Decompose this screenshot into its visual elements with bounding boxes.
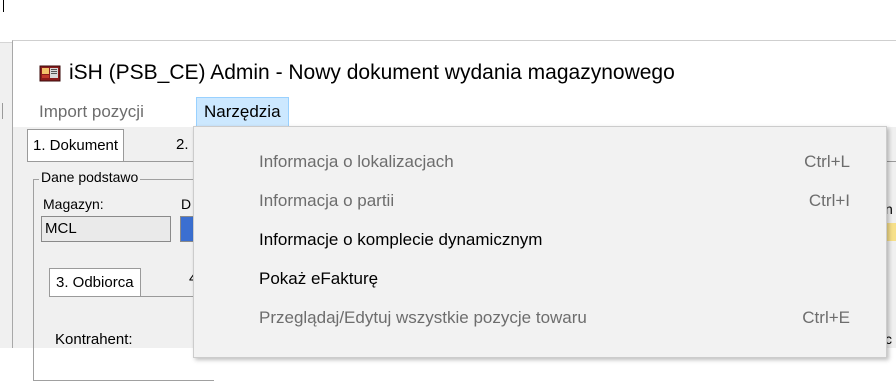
app-icon (39, 65, 61, 82)
menu-item-label: Przeglądaj/Edytuj wszystkie pozycje towa… (259, 308, 587, 327)
magazyn-label: Magazyn: (43, 196, 104, 212)
menu-item-informacja-o-lokalizacjach[interactable]: Informacja o lokalizacjach Ctrl+L (194, 145, 886, 179)
tab-dokument[interactable]: 1. Dokument (27, 129, 125, 162)
menu-item-shortcut: Ctrl+E (802, 308, 850, 327)
kontrahent-label: Kontrahent: (55, 331, 133, 348)
menu-bar: Import pozycji Narzędzia (13, 97, 896, 127)
background-window-tick (2, 103, 3, 119)
window-title: iSH (PSB_CE) Admin - Nowy dokument wydan… (69, 61, 675, 84)
narzedzia-dropdown-menu: Informacja o lokalizacjach Ctrl+L Inform… (193, 126, 887, 358)
menu-import-pozycji[interactable]: Import pozycji (32, 97, 151, 127)
title-bar[interactable]: iSH (PSB_CE) Admin - Nowy dokument wydan… (13, 41, 896, 97)
magazyn-field[interactable]: MCL (41, 216, 171, 242)
tab-odbiorca[interactable]: 3. Odbiorca (49, 268, 141, 297)
menu-item-shortcut: Ctrl+I (808, 191, 850, 210)
menu-item-shortcut: Ctrl+L (804, 152, 850, 171)
background-window-edge (0, 42, 12, 348)
menu-item-informacje-o-komplecie[interactable]: Informacje o komplecie dynamicznym (194, 223, 886, 257)
menu-item-informacja-o-partii[interactable]: Informacja o partii Ctrl+I (194, 184, 886, 218)
menu-item-label: Informacja o partii (259, 191, 395, 210)
menu-item-label: Informacje o komplecie dynamicznym (259, 230, 543, 249)
text-cursor (3, 0, 4, 12)
menu-item-label: Informacja o lokalizacjach (259, 152, 454, 171)
menu-item-label: Pokaż eFakturę (259, 269, 379, 288)
tab-2[interactable]: 2. (176, 129, 189, 161)
group-caption: Dane podstawo (39, 169, 141, 185)
menu-item-pokaz-efakture[interactable]: Pokaż eFakturę (194, 262, 886, 296)
screen-top-area (0, 0, 896, 42)
d-label: D (181, 196, 192, 212)
menu-narzedzia[interactable]: Narzędzia (196, 97, 289, 127)
menu-item-przegladaj-edytuj[interactable]: Przeglądaj/Edytuj wszystkie pozycje towa… (194, 301, 886, 335)
subtab-divider (49, 296, 209, 297)
